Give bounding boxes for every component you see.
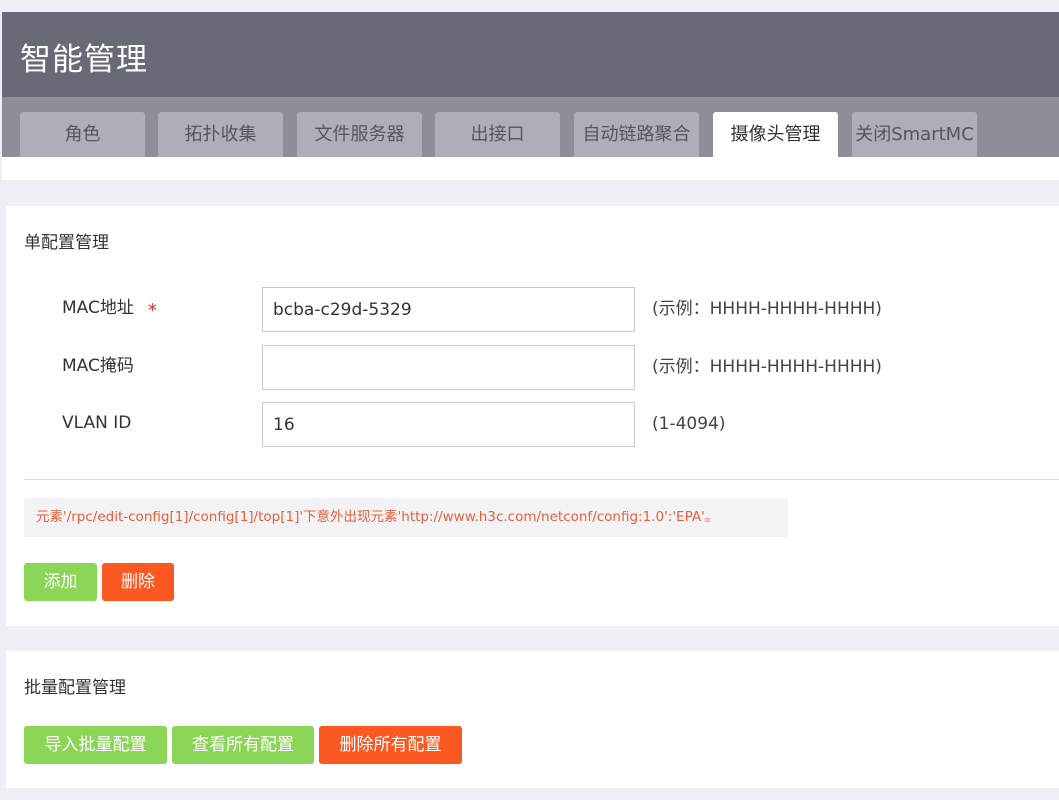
view-all-config-button[interactable]: 查看所有配置 <box>172 726 314 764</box>
single-config-panel: 单配置管理 MAC地址 * (示例：HHHH-HHHH-HHHH) MAC掩码 (… <box>6 206 1059 626</box>
header-bar: 智能管理 角色 拓扑收集 文件服务器 出接口 自动链路聚合 摄像头管理 关闭Sm… <box>2 12 1059 157</box>
required-star: * <box>147 300 157 321</box>
delete-all-config-button[interactable]: 删除所有配置 <box>319 726 462 764</box>
tab-file-server[interactable]: 文件服务器 <box>297 112 422 157</box>
import-batch-config-button[interactable]: 导入批量配置 <box>24 726 167 764</box>
page-title: 智能管理 <box>20 42 148 78</box>
header-panel: 智能管理 角色 拓扑收集 文件服务器 出接口 自动链路聚合 摄像头管理 关闭Sm… <box>2 12 1059 180</box>
tab-role[interactable]: 角色 <box>20 112 145 157</box>
mac-address-label: MAC地址 * <box>62 296 157 321</box>
vlan-id-label: VLAN ID <box>62 413 132 433</box>
mac-mask-hint: (示例：HHHH-HHHH-HHHH) <box>652 357 882 377</box>
batch-config-title: 批量配置管理 <box>24 678 126 698</box>
add-button[interactable]: 添加 <box>24 563 97 601</box>
tab-disable-smartmc[interactable]: 关闭SmartMC <box>852 112 977 157</box>
tab-topology-collection[interactable]: 拓扑收集 <box>158 112 283 157</box>
mac-address-label-text: MAC地址 <box>62 298 134 318</box>
mac-mask-input[interactable] <box>262 345 635 390</box>
tab-outbound-interface[interactable]: 出接口 <box>435 112 560 157</box>
mac-mask-label: MAC掩码 <box>62 356 134 376</box>
mac-address-input[interactable] <box>262 287 635 332</box>
tab-camera-management[interactable]: 摄像头管理 <box>713 112 838 157</box>
tab-bar: 角色 拓扑收集 文件服务器 出接口 自动链路聚合 摄像头管理 关闭SmartMC <box>2 97 1059 157</box>
delete-button[interactable]: 删除 <box>102 563 174 601</box>
single-config-title: 单配置管理 <box>24 233 109 253</box>
error-message: 元素'/rpc/edit-config[1]/config[1]/top[1]'… <box>24 498 788 537</box>
vlan-id-hint: (1-4094) <box>652 414 726 434</box>
tab-auto-link-aggregation[interactable]: 自动链路聚合 <box>574 112 699 157</box>
divider <box>24 479 1059 480</box>
batch-config-panel: 批量配置管理 导入批量配置 查看所有配置 删除所有配置 <box>6 651 1059 788</box>
vlan-id-input[interactable] <box>262 402 635 447</box>
mac-address-hint: (示例：HHHH-HHHH-HHHH) <box>652 299 882 319</box>
